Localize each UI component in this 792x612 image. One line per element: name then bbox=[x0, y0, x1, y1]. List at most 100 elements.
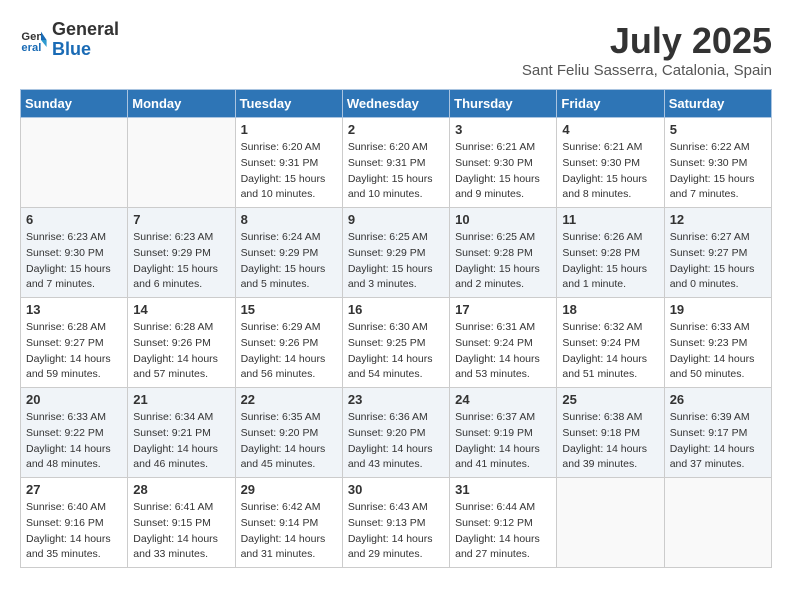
calendar-cell: 23 Sunrise: 6:36 AM Sunset: 9:20 PM Dayli… bbox=[342, 388, 449, 478]
day-number: 24 bbox=[455, 392, 551, 407]
weekday-header-wednesday: Wednesday bbox=[342, 90, 449, 118]
weekday-header-tuesday: Tuesday bbox=[235, 90, 342, 118]
day-number: 19 bbox=[670, 302, 766, 317]
day-number: 29 bbox=[241, 482, 337, 497]
day-number: 22 bbox=[241, 392, 337, 407]
calendar-cell: 31Sunrise: 6:44 AM Sunset: 9:12 PM Dayli… bbox=[450, 478, 557, 568]
day-info: Sunrise: 6:33 AM Sunset: 9:22 PM Dayligh… bbox=[26, 410, 122, 473]
calendar-cell bbox=[128, 118, 235, 208]
day-number: 28 bbox=[133, 482, 229, 497]
day-info: Sunrise: 6:41 AM Sunset: 9:15 PM Dayligh… bbox=[133, 500, 229, 563]
calendar-cell: 9 Sunrise: 6:25 AM Sunset: 9:29 PM Daylig… bbox=[342, 208, 449, 298]
day-info: Sunrise: 6:21 AM Sunset: 9:30 PM Dayligh… bbox=[562, 140, 658, 203]
day-number: 27 bbox=[26, 482, 122, 497]
day-number: 8 bbox=[241, 212, 337, 227]
day-info: Sunrise: 6:25 AM Sunset: 9:29 PM Dayligh… bbox=[348, 230, 444, 293]
day-info: Sunrise: 6:23 AM Sunset: 9:30 PM Dayligh… bbox=[26, 230, 122, 293]
day-number: 15 bbox=[241, 302, 337, 317]
day-info: Sunrise: 6:28 AM Sunset: 9:26 PM Dayligh… bbox=[133, 320, 229, 383]
day-number: 16 bbox=[348, 302, 444, 317]
calendar-cell: 25 Sunrise: 6:38 AM Sunset: 9:18 PM Dayli… bbox=[557, 388, 664, 478]
calendar-table: SundayMondayTuesdayWednesdayThursdayFrid… bbox=[20, 89, 772, 568]
day-info: Sunrise: 6:37 AM Sunset: 9:19 PM Dayligh… bbox=[455, 410, 551, 473]
day-number: 18 bbox=[562, 302, 658, 317]
day-info: Sunrise: 6:44 AM Sunset: 9:12 PM Dayligh… bbox=[455, 500, 551, 563]
calendar-cell: 11 Sunrise: 6:26 AM Sunset: 9:28 PM Dayli… bbox=[557, 208, 664, 298]
day-info: Sunrise: 6:38 AM Sunset: 9:18 PM Dayligh… bbox=[562, 410, 658, 473]
weekday-header-thursday: Thursday bbox=[450, 90, 557, 118]
day-number: 12 bbox=[670, 212, 766, 227]
calendar-cell: 2 Sunrise: 6:20 AM Sunset: 9:31 PM Daylig… bbox=[342, 118, 449, 208]
calendar-cell: 10Sunrise: 6:25 AM Sunset: 9:28 PM Dayli… bbox=[450, 208, 557, 298]
calendar-cell: 5Sunrise: 6:22 AM Sunset: 9:30 PM Daylig… bbox=[664, 118, 771, 208]
month-year-title: July 2025 bbox=[522, 20, 772, 62]
weekday-header-row: SundayMondayTuesdayWednesdayThursdayFrid… bbox=[21, 90, 772, 118]
day-number: 9 bbox=[348, 212, 444, 227]
calendar-cell: 19 Sunrise: 6:33 AM Sunset: 9:23 PM Dayli… bbox=[664, 298, 771, 388]
calendar-cell: 24 Sunrise: 6:37 AM Sunset: 9:19 PM Dayli… bbox=[450, 388, 557, 478]
day-info: Sunrise: 6:40 AM Sunset: 9:16 PM Dayligh… bbox=[26, 500, 122, 563]
calendar-week-row: 6 Sunrise: 6:23 AM Sunset: 9:30 PM Daylig… bbox=[21, 208, 772, 298]
day-info: Sunrise: 6:21 AM Sunset: 9:30 PM Dayligh… bbox=[455, 140, 551, 203]
calendar-cell: 3 Sunrise: 6:21 AM Sunset: 9:30 PM Daylig… bbox=[450, 118, 557, 208]
day-number: 3 bbox=[455, 122, 551, 137]
calendar-week-row: 13 Sunrise: 6:28 AM Sunset: 9:27 PM Dayli… bbox=[21, 298, 772, 388]
logo-text-general: General bbox=[52, 20, 119, 40]
calendar-cell: 22 Sunrise: 6:35 AM Sunset: 9:20 PM Dayli… bbox=[235, 388, 342, 478]
logo-icon: Gen eral bbox=[20, 26, 48, 54]
weekday-header-saturday: Saturday bbox=[664, 90, 771, 118]
calendar-week-row: 1 Sunrise: 6:20 AM Sunset: 9:31 PM Daylig… bbox=[21, 118, 772, 208]
weekday-header-friday: Friday bbox=[557, 90, 664, 118]
day-number: 25 bbox=[562, 392, 658, 407]
day-info: Sunrise: 6:22 AM Sunset: 9:30 PM Dayligh… bbox=[670, 140, 766, 203]
day-number: 11 bbox=[562, 212, 658, 227]
calendar-cell: 6 Sunrise: 6:23 AM Sunset: 9:30 PM Daylig… bbox=[21, 208, 128, 298]
day-info: Sunrise: 6:26 AM Sunset: 9:28 PM Dayligh… bbox=[562, 230, 658, 293]
day-info: Sunrise: 6:32 AM Sunset: 9:24 PM Dayligh… bbox=[562, 320, 658, 383]
calendar-cell: 27 Sunrise: 6:40 AM Sunset: 9:16 PM Dayli… bbox=[21, 478, 128, 568]
day-info: Sunrise: 6:35 AM Sunset: 9:20 PM Dayligh… bbox=[241, 410, 337, 473]
day-number: 2 bbox=[348, 122, 444, 137]
day-info: Sunrise: 6:28 AM Sunset: 9:27 PM Dayligh… bbox=[26, 320, 122, 383]
calendar-cell: 7Sunrise: 6:23 AM Sunset: 9:29 PM Daylig… bbox=[128, 208, 235, 298]
day-info: Sunrise: 6:24 AM Sunset: 9:29 PM Dayligh… bbox=[241, 230, 337, 293]
title-block: July 2025 Sant Feliu Sasserra, Catalonia… bbox=[522, 20, 772, 79]
day-number: 7 bbox=[133, 212, 229, 227]
day-number: 4 bbox=[562, 122, 658, 137]
day-number: 20 bbox=[26, 392, 122, 407]
calendar-cell: 18 Sunrise: 6:32 AM Sunset: 9:24 PM Dayli… bbox=[557, 298, 664, 388]
calendar-cell: 14Sunrise: 6:28 AM Sunset: 9:26 PM Dayli… bbox=[128, 298, 235, 388]
day-number: 17 bbox=[455, 302, 551, 317]
day-info: Sunrise: 6:20 AM Sunset: 9:31 PM Dayligh… bbox=[348, 140, 444, 203]
day-number: 6 bbox=[26, 212, 122, 227]
calendar-cell: 29Sunrise: 6:42 AM Sunset: 9:14 PM Dayli… bbox=[235, 478, 342, 568]
calendar-cell: 21 Sunrise: 6:34 AM Sunset: 9:21 PM Dayli… bbox=[128, 388, 235, 478]
calendar-cell bbox=[557, 478, 664, 568]
day-info: Sunrise: 6:25 AM Sunset: 9:28 PM Dayligh… bbox=[455, 230, 551, 293]
day-number: 30 bbox=[348, 482, 444, 497]
calendar-cell: 17 Sunrise: 6:31 AM Sunset: 9:24 PM Dayli… bbox=[450, 298, 557, 388]
day-info: Sunrise: 6:33 AM Sunset: 9:23 PM Dayligh… bbox=[670, 320, 766, 383]
day-number: 1 bbox=[241, 122, 337, 137]
calendar-cell: 30Sunrise: 6:43 AM Sunset: 9:13 PM Dayli… bbox=[342, 478, 449, 568]
day-number: 23 bbox=[348, 392, 444, 407]
day-info: Sunrise: 6:31 AM Sunset: 9:24 PM Dayligh… bbox=[455, 320, 551, 383]
calendar-cell bbox=[664, 478, 771, 568]
calendar-cell: 16 Sunrise: 6:30 AM Sunset: 9:25 PM Dayli… bbox=[342, 298, 449, 388]
svg-text:Gen: Gen bbox=[21, 31, 43, 43]
day-info: Sunrise: 6:36 AM Sunset: 9:20 PM Dayligh… bbox=[348, 410, 444, 473]
calendar-cell: 15Sunrise: 6:29 AM Sunset: 9:26 PM Dayli… bbox=[235, 298, 342, 388]
weekday-header-monday: Monday bbox=[128, 90, 235, 118]
svg-text:eral: eral bbox=[21, 42, 41, 54]
logo: Gen eral General Blue bbox=[20, 20, 119, 60]
day-number: 21 bbox=[133, 392, 229, 407]
calendar-cell: 28 Sunrise: 6:41 AM Sunset: 9:15 PM Dayli… bbox=[128, 478, 235, 568]
day-info: Sunrise: 6:30 AM Sunset: 9:25 PM Dayligh… bbox=[348, 320, 444, 383]
page-header: Gen eral General Blue July 2025 Sant Fel… bbox=[20, 20, 772, 79]
day-number: 13 bbox=[26, 302, 122, 317]
day-info: Sunrise: 6:27 AM Sunset: 9:27 PM Dayligh… bbox=[670, 230, 766, 293]
calendar-cell: 1 Sunrise: 6:20 AM Sunset: 9:31 PM Daylig… bbox=[235, 118, 342, 208]
day-info: Sunrise: 6:34 AM Sunset: 9:21 PM Dayligh… bbox=[133, 410, 229, 473]
day-info: Sunrise: 6:20 AM Sunset: 9:31 PM Dayligh… bbox=[241, 140, 337, 203]
calendar-cell: 8 Sunrise: 6:24 AM Sunset: 9:29 PM Daylig… bbox=[235, 208, 342, 298]
